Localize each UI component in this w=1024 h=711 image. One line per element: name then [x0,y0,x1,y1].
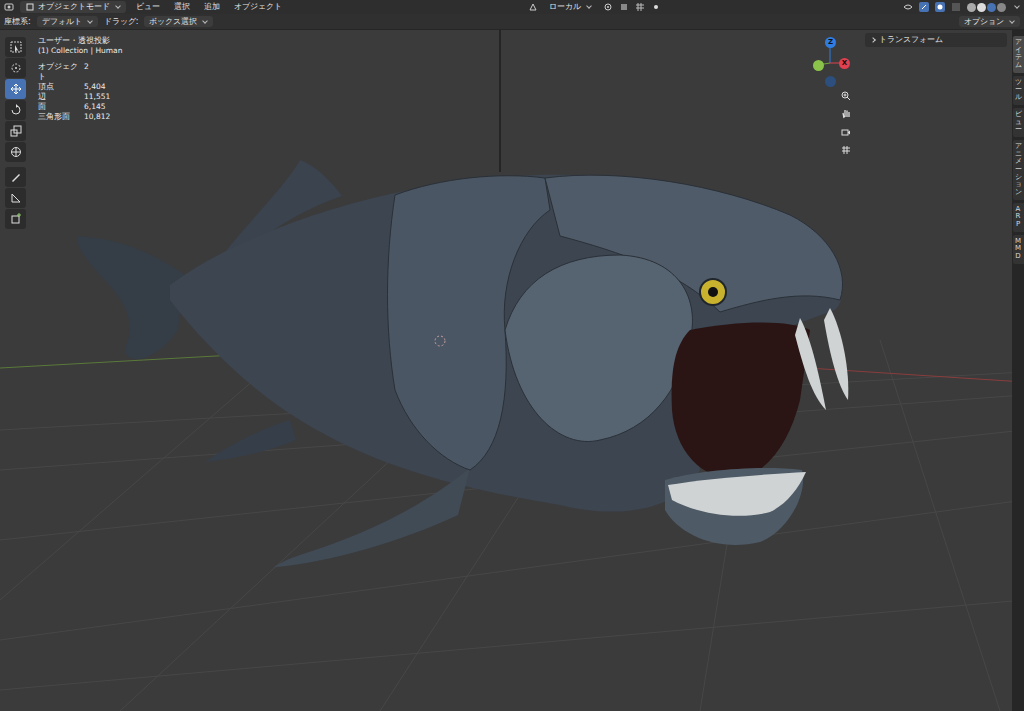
dropdown-arrow-icon [115,3,121,9]
sidebar-tabs: アイテムツールビューアニメーション ARP MMD [1012,30,1024,711]
sidebar-tab[interactable]: ツール [1013,76,1024,105]
shading-mode-icon[interactable] [967,3,976,12]
tool-button[interactable] [5,121,26,141]
view-name: ユーザー・透視投影 [38,36,122,46]
tool-button[interactable] [5,188,26,208]
mode-dropdown[interactable]: オブジェクトモード [20,1,126,13]
drag-label: ドラッグ: [104,17,139,27]
tool-button[interactable] [5,58,26,78]
gizmo-toggle-icon [919,2,929,12]
collection-name: (1) Collection | Human [38,46,122,56]
pivot-icon [603,2,613,12]
sidebar-tab[interactable]: ビュー [1013,108,1024,137]
dropdown-arrow-icon [1014,3,1020,9]
annotate-icon [10,171,22,183]
nav-button[interactable] [838,88,854,104]
orientation-label: 座標系: [4,17,31,27]
expand-arrow-icon [870,37,876,43]
navigation-gizmo[interactable]: ZX [800,33,860,93]
stat-value: 5,404 [84,82,122,92]
options-dropdown[interactable]: オプション [959,16,1020,28]
tool-button[interactable] [5,142,26,162]
dropdown-arrow-icon [586,3,592,9]
viewport-info: ユーザー・透視投影(1) Collection | Human オブジェクト2頂点… [38,36,122,122]
xray-icon [951,2,961,12]
transform-orientation-icon [528,2,538,12]
overlay-icon [935,2,945,12]
transform-panel[interactable]: トランスフォーム [865,33,1007,47]
neg-z-axis-dot[interactable] [825,76,836,87]
nav-button[interactable] [838,142,854,158]
dropdown-arrow-icon [87,18,93,24]
stat-value: 2 [84,62,122,82]
scene-stats: オブジェクト2頂点5,404辺11,551面6,145三角形面10,812 [38,62,122,122]
tool-button[interactable] [5,100,26,120]
axis-button[interactable]: Z [825,37,836,48]
stat-label: 三角形面 [38,112,84,122]
shading-mode-icon[interactable] [997,3,1006,12]
nav-button[interactable] [838,106,854,122]
axis-button[interactable]: X [839,58,850,69]
rotate-icon [10,104,22,116]
select-icon [10,41,22,53]
menu-item[interactable]: ビュー [132,1,164,13]
proportional-edit-icon [651,2,661,12]
cursor-icon [10,62,22,74]
stat-label: 頂点 [38,82,84,92]
coordinate-dropdown[interactable]: デフォルト [37,16,98,28]
snap-grid-icon [635,2,645,12]
menu-item[interactable]: オブジェクト [230,1,286,13]
dropdown-arrow-icon [203,18,209,24]
drag-dropdown[interactable]: ボックス選択 [144,16,213,28]
stat-value: 11,551 [84,92,122,102]
tool-button[interactable] [5,37,26,57]
grid-icon [841,145,851,155]
menu-item[interactable]: 追加 [200,1,224,13]
tool-settings-bar: 座標系: デフォルトドラッグ: ボックス選択 オプション [0,14,1024,30]
object-mode-icon [25,2,35,12]
viewport[interactable]: ユーザー・透視投影(1) Collection | Human オブジェクト2頂点… [0,30,1024,711]
visibility-icon [903,2,913,12]
stat-label: 辺 [38,92,84,102]
addcube-icon [10,213,22,225]
nav-button[interactable] [838,124,854,140]
scale-icon [10,125,22,137]
stat-label: 面 [38,102,84,112]
hand-icon [841,109,851,119]
transform-icon [10,146,22,158]
menu-item[interactable]: 選択 [170,1,194,13]
scene-canvas[interactable] [0,30,1024,711]
sidebar-tab[interactable]: ARP [1013,203,1024,232]
stat-value: 6,145 [84,102,122,112]
orientation-dropdown[interactable]: ローカル [544,1,597,13]
y-axis-dot[interactable] [813,60,824,71]
tool-button[interactable] [5,79,26,99]
toolbar [5,37,27,229]
measure-icon [10,192,22,204]
stat-label: オブジェクト [38,62,84,82]
sidebar-tab[interactable]: アニメーション [1013,140,1024,200]
shading-mode-icon[interactable] [987,3,996,12]
fish-model[interactable] [77,160,848,568]
move-icon [10,83,22,95]
shading-buttons [967,3,1006,12]
view-navigation [838,88,854,158]
dropdown-arrow-icon [1009,18,1015,24]
zoom-icon [841,91,851,101]
sidebar-tab[interactable]: アイテム [1013,36,1024,73]
header-bar: オブジェクトモードビュー選択追加オブジェクト ローカル [0,0,1024,14]
camera-icon [841,127,851,137]
tool-button[interactable] [5,167,26,187]
tool-button[interactable] [5,209,26,229]
shading-mode-icon[interactable] [977,3,986,12]
snap-icon [619,2,629,12]
stat-value: 10,812 [84,112,122,122]
editor-type-icon [4,2,14,12]
sidebar-tab[interactable]: MMD [1013,235,1024,264]
